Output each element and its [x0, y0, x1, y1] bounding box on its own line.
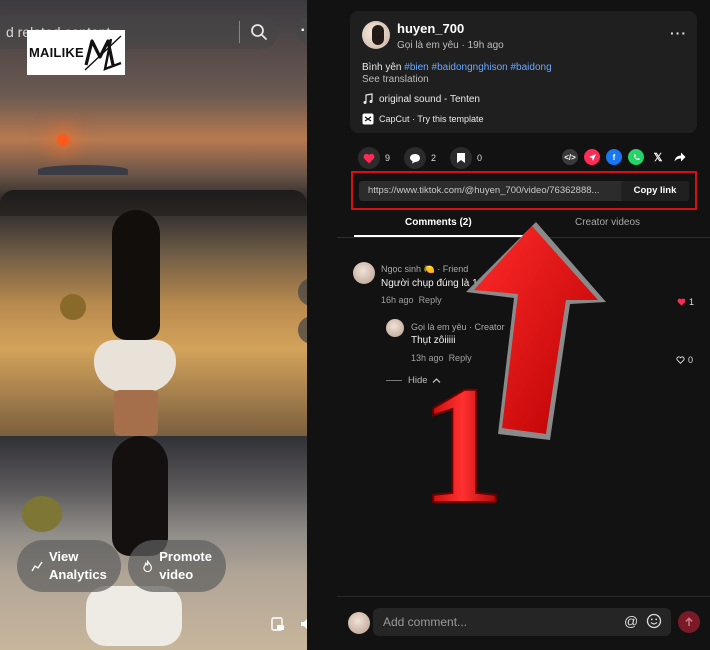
- comment-button[interactable]: 2: [404, 147, 436, 169]
- comment-like-button[interactable]: 1: [677, 297, 694, 307]
- analytics-label-line1: View: [49, 549, 79, 564]
- music-note-icon: [363, 93, 373, 104]
- like-button[interactable]: 9: [358, 147, 390, 169]
- view-analytics-button[interactable]: View Analytics: [17, 540, 121, 592]
- facebook-icon[interactable]: f: [606, 149, 622, 165]
- comment-like-button[interactable]: 0: [676, 355, 693, 365]
- paper-plane-icon: [588, 153, 596, 161]
- comment-composer: @: [337, 596, 710, 650]
- whatsapp-icon[interactable]: [628, 149, 644, 165]
- picture-in-picture-icon: [271, 617, 284, 631]
- promote-video-button[interactable]: Promote video: [128, 540, 226, 592]
- phone-icon: [633, 154, 639, 160]
- search-divider: [239, 21, 240, 43]
- promote-label-line1: Promote: [159, 549, 212, 564]
- analytics-label-line2: Analytics: [49, 567, 107, 582]
- comment-count: 2: [431, 153, 437, 163]
- share-icons: </> f 𝕏: [562, 149, 694, 165]
- post-actions: 9 2 0: [358, 147, 496, 169]
- chevron-up-icon: [306, 286, 307, 298]
- chart-line-icon: [31, 561, 43, 572]
- capcut-template-link[interactable]: CapCut · Try this template: [362, 113, 484, 125]
- save-button[interactable]: 0: [450, 147, 482, 169]
- copy-link-button[interactable]: Copy link: [621, 181, 689, 201]
- promote-label-line2: video: [159, 567, 194, 582]
- comment-time: 16h ago: [381, 295, 414, 305]
- video-player[interactable]: d related content MAILIKE ··· View Analy…: [0, 0, 307, 650]
- author-nickname: Gọi là em yêu: [397, 40, 459, 51]
- author-username[interactable]: huyen_700: [397, 21, 464, 36]
- comment-like-count: 0: [688, 355, 694, 365]
- post-time: 19h ago: [467, 40, 504, 51]
- arrow-up-icon: [685, 617, 693, 626]
- commenter-avatar[interactable]: [353, 262, 375, 284]
- heart-icon: [363, 153, 375, 163]
- logo-text: MAILIKE: [29, 45, 84, 60]
- sound-label: original sound - Tenten: [379, 93, 480, 105]
- send-to-friends-icon[interactable]: [584, 149, 600, 165]
- coconut: [60, 294, 86, 320]
- heart-outline-icon: [676, 356, 685, 364]
- hashtag-link[interactable]: #bien: [404, 62, 428, 73]
- like-count: 9: [385, 153, 391, 163]
- post-caption: Bình yên #bien #baidongnghison #baidong: [362, 62, 552, 73]
- reply-button[interactable]: Reply: [419, 295, 442, 305]
- bookmark-icon: [457, 153, 466, 163]
- author-avatar[interactable]: [362, 21, 390, 49]
- share-arrow-icon[interactable]: [672, 149, 688, 165]
- search-icon[interactable]: [250, 23, 268, 41]
- sunset-sun: [57, 134, 69, 146]
- coconut-2: [22, 496, 62, 532]
- post-comment-button[interactable]: [678, 611, 700, 633]
- girl-figure: [88, 210, 183, 436]
- heart-icon: [677, 298, 686, 306]
- subline-separator: ·: [458, 40, 468, 51]
- chevron-down-icon: [306, 324, 307, 336]
- annotation-number: 1: [420, 362, 505, 512]
- volume-icon: [301, 619, 307, 629]
- flame-icon: [143, 560, 152, 572]
- comment-like-count: 1: [689, 297, 695, 307]
- x-twitter-icon[interactable]: 𝕏: [650, 149, 666, 165]
- ml-logo-mark-icon: [84, 35, 122, 71]
- author-subline: Gọi là em yêu · 19h ago: [397, 40, 504, 51]
- floating-player-button[interactable]: [266, 612, 290, 636]
- capcut-icon: [362, 113, 374, 125]
- hashtag-link[interactable]: #baidongnghison: [432, 62, 508, 73]
- mailike-logo: MAILIKE: [27, 30, 125, 75]
- share-link-url[interactable]: https://www.tiktok.com/@huyen_700/video/…: [368, 185, 618, 196]
- emoji-icon[interactable]: [646, 613, 662, 629]
- friend-tag: · Friend: [437, 264, 469, 274]
- number-one-annotation: 1: [419, 362, 506, 512]
- post-info-card: huyen_700 Gọi là em yêu · 19h ago ··· Bì…: [350, 11, 697, 133]
- capcut-label: CapCut · Try this template: [379, 114, 484, 124]
- hashtag-link[interactable]: #baidong: [510, 62, 551, 73]
- comment-text: Thụt zôiiiii: [411, 335, 456, 346]
- tab-comments[interactable]: Comments (2): [405, 217, 472, 228]
- forward-arrow-icon: [674, 152, 686, 162]
- current-user-avatar: [348, 612, 370, 634]
- see-translation-link[interactable]: See translation: [362, 74, 429, 85]
- comment-meta: 16h ago Reply: [381, 295, 442, 305]
- share-link-box: https://www.tiktok.com/@huyen_700/video/…: [359, 181, 689, 201]
- embed-icon[interactable]: </>: [562, 149, 578, 165]
- caption-text: Bình yên: [362, 62, 405, 73]
- volume-button[interactable]: [296, 612, 307, 636]
- sound-link[interactable]: original sound - Tenten: [362, 93, 480, 105]
- comment-bubble-icon: [410, 153, 421, 163]
- distant-island: [38, 165, 128, 175]
- commenter-name[interactable]: Ngọc sinh 🍋 · Friend: [381, 264, 468, 275]
- save-count: 0: [477, 153, 483, 163]
- post-more-button[interactable]: ···: [670, 25, 687, 41]
- mention-icon[interactable]: @: [624, 613, 638, 629]
- creator-avatar[interactable]: [386, 319, 404, 337]
